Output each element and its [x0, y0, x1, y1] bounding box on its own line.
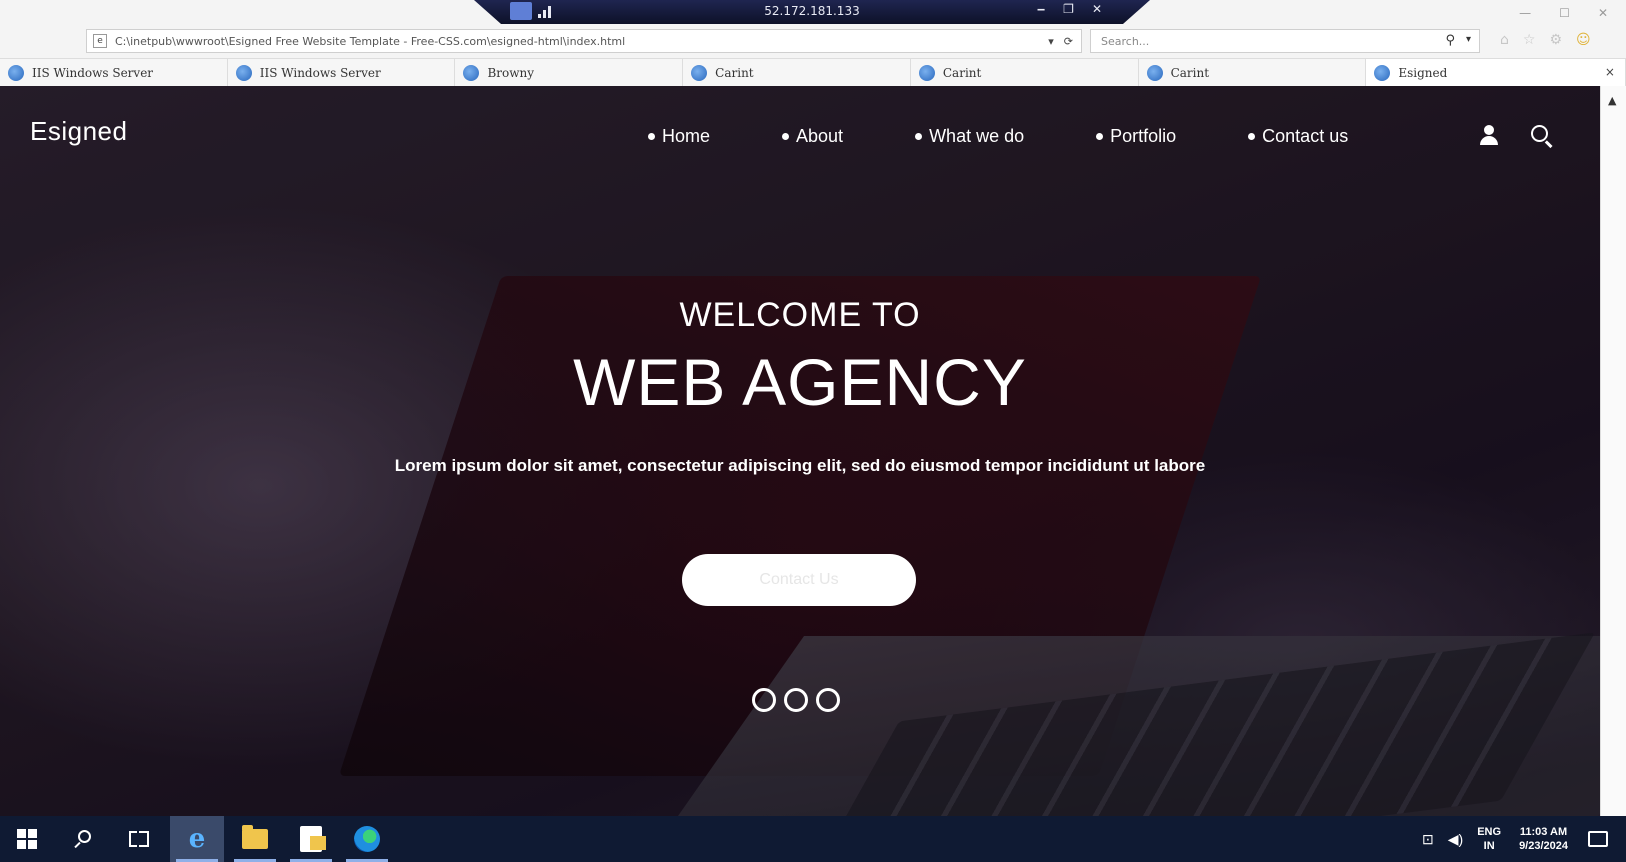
remote-restore-button[interactable]: ❐	[1063, 2, 1074, 16]
task-view-icon	[129, 827, 149, 851]
home-icon[interactable]: ⌂	[1500, 32, 1509, 48]
tab-label: Carint	[942, 65, 982, 80]
tab-label: Carint	[1170, 65, 1210, 80]
scroll-up-icon[interactable]: ▲	[1608, 94, 1616, 107]
taskbar: e ⊡ ◀) ENG IN 11:03 AM 9/23/2024	[0, 816, 1626, 862]
address-bar[interactable]: e C:\inetpub\wwwroot\Esigned Free Websit…	[86, 29, 1082, 53]
hero-title: WEB AGENCY	[573, 345, 1027, 419]
language-indicator[interactable]: ENG IN	[1477, 825, 1501, 853]
remote-session-bar: 52.172.181.133 ‒ ❐ ✕	[474, 0, 1150, 24]
remote-minimize-button[interactable]: ‒	[1037, 2, 1045, 16]
search-icon[interactable]: ⚲	[1445, 33, 1455, 48]
address-url[interactable]: C:\inetpub\wwwroot\Esigned Free Website …	[115, 35, 1048, 48]
slider-dots	[752, 688, 840, 712]
clock-date: 9/23/2024	[1519, 840, 1568, 852]
notification-icon[interactable]	[1588, 831, 1608, 847]
tab-carint-3[interactable]: Carint	[1138, 59, 1367, 86]
slider-dot-3[interactable]	[816, 688, 840, 712]
slider-dot-2[interactable]	[784, 688, 808, 712]
web-page: Esigned Home About What we do Portfolio …	[0, 86, 1600, 816]
tab-iis-2[interactable]: IIS Windows Server	[227, 59, 456, 86]
remote-close-button[interactable]: ✕	[1092, 2, 1102, 16]
volume-icon[interactable]: ◀)	[1448, 831, 1463, 848]
clock-time: 11:03 AM	[1519, 826, 1568, 838]
window-minimize-button[interactable]: —	[1519, 6, 1531, 20]
browser-search-input[interactable]: Search... ⚲ ▾	[1090, 29, 1480, 53]
taskbar-internet-explorer[interactable]: e	[170, 816, 224, 862]
tab-label: Esigned	[1398, 65, 1448, 80]
edge-icon	[354, 826, 380, 852]
system-tray: ⊡ ◀) ENG IN 11:03 AM 9/23/2024	[1422, 816, 1626, 862]
hero-subtitle: WELCOME TO	[679, 296, 921, 334]
taskbar-edge[interactable]	[340, 816, 394, 862]
refresh-icon[interactable]: ⟳	[1064, 35, 1073, 48]
windows-logo-icon	[17, 829, 37, 849]
ie-page-icon	[235, 64, 252, 81]
tab-label: Browny	[487, 65, 534, 80]
tab-esigned[interactable]: Esigned ×	[1366, 59, 1626, 86]
ie-page-icon	[918, 64, 935, 81]
start-button[interactable]	[0, 816, 54, 862]
search-placeholder: Search...	[1101, 35, 1150, 48]
hero-description: Lorem ipsum dolor sit amet, consectetur …	[394, 456, 1206, 475]
settings-gear-icon[interactable]: ⚙	[1549, 32, 1562, 48]
hero-section: WELCOME TO WEB AGENCY Lorem ipsum dolor …	[0, 86, 1600, 816]
search-icon	[74, 830, 92, 849]
window-maximize-button[interactable]: ☐	[1559, 6, 1570, 20]
tab-browny[interactable]: Browny	[455, 59, 684, 86]
network-icon[interactable]: ⊡	[1422, 831, 1434, 848]
tab-label: Carint	[715, 65, 754, 80]
tab-carint-1[interactable]: Carint	[683, 59, 911, 86]
tab-label: IIS Windows Server	[259, 65, 381, 80]
task-view-button[interactable]	[112, 816, 166, 862]
search-dropdown-icon[interactable]: ▾	[1466, 34, 1471, 45]
taskbar-file-explorer[interactable]	[228, 816, 282, 862]
ie-page-icon	[8, 64, 24, 81]
tab-label: IIS Windows Server	[32, 65, 154, 80]
files-icon	[300, 826, 326, 852]
tab-iis-1[interactable]: IIS Windows Server	[0, 59, 228, 86]
address-dropdown-icon[interactable]: ▾	[1048, 35, 1054, 48]
page-icon: e	[93, 34, 107, 48]
favorites-star-icon[interactable]: ☆	[1523, 32, 1536, 48]
vertical-scrollbar[interactable]: ▲	[1600, 86, 1626, 816]
ie-page-icon	[691, 64, 708, 81]
ie-page-icon	[463, 64, 480, 81]
clock[interactable]: 11:03 AM 9/23/2024	[1519, 825, 1568, 853]
feedback-smile-icon[interactable]: ☺	[1576, 32, 1591, 48]
ie-page-icon	[1374, 64, 1391, 81]
tab-strip: IIS Windows Server IIS Windows Server Br…	[0, 58, 1626, 86]
contact-us-button[interactable]: Contact Us	[682, 554, 916, 606]
taskbar-search-button[interactable]	[56, 816, 110, 862]
folder-icon	[242, 825, 268, 849]
internet-explorer-icon: e	[188, 824, 206, 854]
slider-dot-1[interactable]	[752, 688, 776, 712]
window-close-button[interactable]: ✕	[1598, 6, 1608, 20]
tab-carint-2[interactable]: Carint	[910, 59, 1139, 86]
taskbar-files[interactable]	[284, 816, 338, 862]
tab-close-icon[interactable]: ×	[1605, 65, 1615, 79]
ie-page-icon	[1146, 64, 1163, 81]
